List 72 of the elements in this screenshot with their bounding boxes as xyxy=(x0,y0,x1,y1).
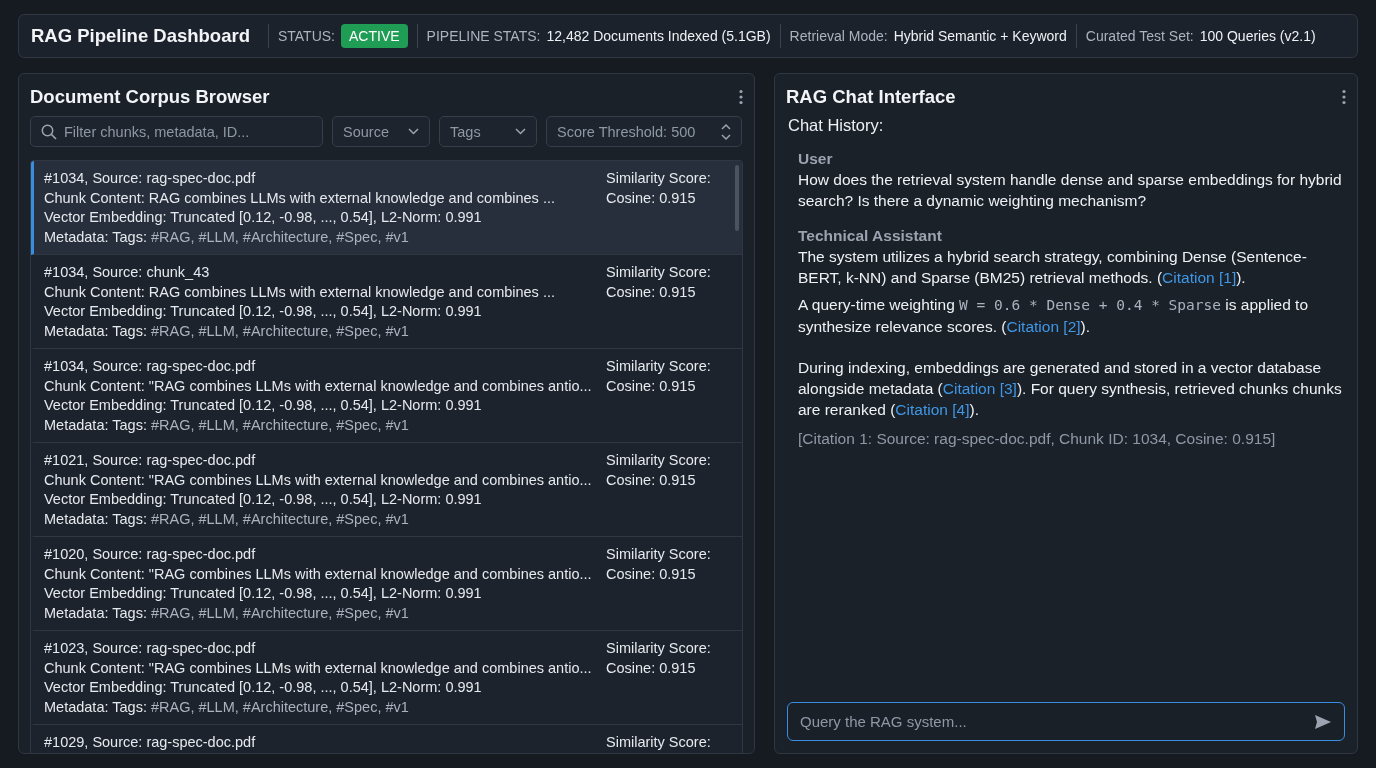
chunk-metadata: Metadata: Tags: #RAG, #LLM, #Architecture, #Spec, #v1 xyxy=(44,697,410,717)
chunk-content: Chunk Content: "RAG combines LLMs with external knowledge and combines antio... xyxy=(44,376,592,396)
chunk-metadata: Metadata: Tags: #RAG, #LLM, #Architecture, #Spec, #v1 xyxy=(44,227,410,247)
message-author: Technical Assistant xyxy=(798,226,943,246)
more-options-icon[interactable] xyxy=(1342,89,1346,105)
chunk-embedding: Vector Embedding: Truncated [0.12, -0.98, ..., 0.54], L2-Norm: 0.991 xyxy=(44,208,483,227)
chunk-metadata: Metadata: Tags: #RAG, #LLM, #Architecture, #Spec, #v1 xyxy=(44,321,410,341)
query-field[interactable]: Query the RAG system... xyxy=(787,702,1345,741)
score-label: Similarity Score: xyxy=(606,263,712,282)
message-author: User xyxy=(798,149,834,169)
citation-link[interactable]: Citation [2] xyxy=(1006,318,1081,335)
message-text: How does the retrieval system handle dense and sparse embeddings for hybrid search? Is there a dynamic weighting mechanism? xyxy=(798,170,1343,211)
score-label: Similarity Score: xyxy=(606,357,712,376)
score-value: Cosine: 0.915 xyxy=(606,282,697,302)
chunk-content: Chunk Content: RAG combines LLMs with external knowledge and combines ... xyxy=(44,282,555,302)
chunk-content: Chunk Content: "RAG combines LLMs with external knowledge and combines antio... xyxy=(44,658,592,678)
dashboard-title: RAG Pipeline Dashboard xyxy=(31,24,269,48)
stepper-arrows-icon[interactable] xyxy=(721,122,731,141)
stat-text: Retrieval Mode: Hybrid Semantic + Keyword xyxy=(780,24,1077,48)
citation-link[interactable]: Citation [4] xyxy=(895,401,970,418)
message-text: During indexing, embeddings are generated and stored in a vector database alongside metadata (Citation [3]). For query synthesis, retrieved chunks chunks are reranked (Citation [4]). xyxy=(798,358,1343,420)
chat-history-label: Chat History: xyxy=(788,116,885,135)
chunk-heading: #1034, Source: rag-spec-doc.pdf xyxy=(44,169,257,188)
stat-label: STATUS: xyxy=(277,27,335,46)
chunk-content: Chunk Content: "RAG combines LLMs with external knowledge and combines antio... xyxy=(44,470,592,490)
chunk-embedding: Vector Embedding: Truncated [0.12, -0.98, ..., 0.54], L2-Norm: 0.991 xyxy=(44,584,483,603)
score-label: Similarity Score: xyxy=(606,169,712,188)
chunk-metadata: Metadata: Tags: #RAG, #LLM, #Architecture, #Spec, #v1 xyxy=(44,603,410,623)
chunk-heading: #1020, Source: rag-spec-doc.pdf xyxy=(44,545,257,564)
scrollbar[interactable] xyxy=(735,165,739,231)
citation-link[interactable]: Citation [1] xyxy=(1162,269,1237,286)
chevron-down-icon xyxy=(408,128,419,135)
threshold-stepper[interactable]: Score Threshold: 500 xyxy=(546,116,742,147)
score-value: Cosine: 0.915 xyxy=(606,658,697,678)
chunk-content: Chunk Content: "RAG combines LLMs with external knowledge and combines antio... xyxy=(44,564,592,584)
score-value: Cosine: 0.915 xyxy=(606,188,697,208)
chunk-embedding: Vector Embedding: Truncated [0.12, -0.98, ..., 0.54], L2-Norm: 0.991 xyxy=(44,302,483,321)
chunk-embedding: Vector Embedding: Truncated [0.12, -0.98, ..., 0.54], L2-Norm: 0.991 xyxy=(44,678,483,697)
score-label: Similarity Score: xyxy=(606,545,712,564)
chunk-metadata: Metadata: Tags: #RAG, #LLM, #Architecture, #Spec, #v1 xyxy=(44,415,410,435)
panel-title: Document Corpus Browser xyxy=(30,86,270,108)
chevron-down-icon xyxy=(515,128,526,135)
stat-text: PIPELINE STATS: 12,482 Documents Indexed (5.1GB) xyxy=(417,24,781,48)
message-text: A query-time weighting W = 0.6 * Dense + 0.4 * Sparse is applied to synthesize relevance scores. (Citation [2]). xyxy=(798,295,1310,337)
chunk-metadata: Metadata: Tags: #RAG, #LLM, #Architecture, #Spec, #v1 xyxy=(44,509,410,529)
message-text: The system utilizes a hybrid search strategy, combining Dense (Sentence-BERT, k-NN) and Sparse (BM25) retrieval methods. (Citation [1]). xyxy=(798,247,1308,288)
score-label: Similarity Score: xyxy=(606,733,712,752)
filter-dropdown[interactable]: Tags xyxy=(439,116,537,147)
chunk-heading: #1021, Source: rag-spec-doc.pdf xyxy=(44,451,257,470)
stat-text: Curated Test Set: 100 Queries (v2.1) xyxy=(1084,27,1317,46)
chunk-embedding: Vector Embedding: Truncated [0.12, -0.98, ..., 0.54], L2-Norm: 0.991 xyxy=(44,490,483,509)
score-value: Cosine: 0.915 xyxy=(606,564,697,584)
filter-dropdown[interactable]: Source xyxy=(332,116,430,147)
search-field[interactable]: Filter chunks, metadata, ID... xyxy=(30,116,323,147)
panel-title: RAG Chat Interface xyxy=(786,86,956,108)
chunk-row[interactable] xyxy=(31,161,742,255)
citation-link[interactable]: Citation [3] xyxy=(942,380,1017,397)
score-value: Cosine: 0.915 xyxy=(606,470,697,490)
chunk-heading: #1034, Source: chunk_43 xyxy=(44,263,211,282)
chunk-content: Chunk Content: RAG combines LLMs with external knowledge and combines ... xyxy=(44,188,555,208)
chunk-heading: #1034, Source: rag-spec-doc.pdf xyxy=(44,357,257,376)
chunk-embedding: Vector Embedding: Truncated [0.12, -0.98, ..., 0.54], L2-Norm: 0.991 xyxy=(44,396,483,415)
citation-note: [Citation 1: Source: rag-spec-doc.pdf, Chunk ID: 1034, Cosine: 0.915] xyxy=(798,429,1277,449)
search-icon xyxy=(41,123,57,140)
chunk-heading: #1029, Source: rag-spec-doc.pdf xyxy=(44,733,256,752)
more-options-icon[interactable] xyxy=(739,89,743,105)
score-value: Cosine: 0.915 xyxy=(606,376,697,396)
status-badge: ACTIVE xyxy=(341,24,408,48)
chunk-heading: #1023, Source: rag-spec-doc.pdf xyxy=(44,639,257,658)
send-icon[interactable] xyxy=(1314,713,1332,730)
score-label: Similarity Score: xyxy=(606,639,712,658)
score-label: Similarity Score: xyxy=(606,451,712,470)
